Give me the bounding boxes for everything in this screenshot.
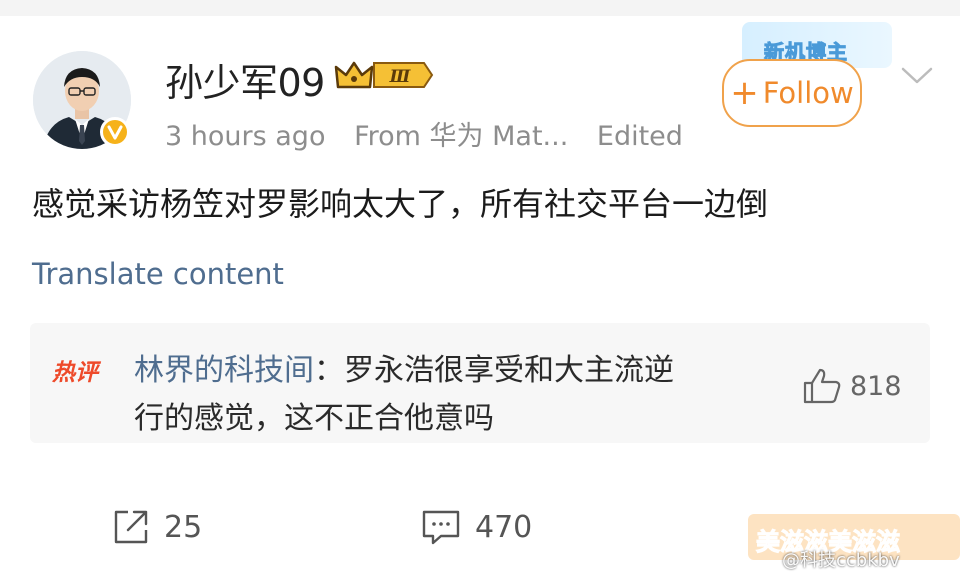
- hot-comment-card[interactable]: 热评 林界的科技间：罗永浩很享受和大主流逆 行的感觉，这不正合他意吗 818: [30, 323, 930, 443]
- vip-level-text: Ⅲ: [389, 67, 412, 87]
- hot-comment-tag: 热评: [52, 360, 98, 386]
- plus-icon: +: [730, 73, 759, 113]
- post-time: 3 hours ago: [165, 121, 326, 152]
- watermark-text: @科技ccbkbv: [782, 550, 900, 571]
- repost-button[interactable]: 25: [112, 508, 202, 546]
- repost-icon: [114, 510, 148, 544]
- follow-label: Follow: [762, 76, 854, 110]
- comment-icon: [422, 510, 460, 545]
- thumbs-up-icon: [803, 368, 841, 404]
- hot-comment-like-count: 818: [850, 370, 902, 402]
- edited-label[interactable]: Edited: [597, 121, 683, 152]
- post-source: From 华为 Mat...: [354, 121, 569, 152]
- post-text: 感觉采访杨笠对罗影响太大了，所有社交平台一边倒: [32, 185, 769, 223]
- username[interactable]: 孙少军09: [165, 52, 325, 107]
- repost-count: 25: [164, 509, 203, 545]
- hot-comment-text-2: 行的感觉，这不正合他意吗: [134, 401, 494, 436]
- comment-button[interactable]: 470: [421, 508, 532, 546]
- hot-comment-line1: 林界的科技间：罗永浩很享受和大主流逆: [134, 345, 674, 389]
- hot-comment-author[interactable]: 林界的科技间: [134, 353, 314, 388]
- vip-crown-badge-icon[interactable]: Ⅲ: [334, 57, 434, 97]
- follow-button[interactable]: + Follow: [722, 59, 862, 127]
- chevron-down-icon[interactable]: [900, 66, 934, 90]
- post-meta: 3 hours ago From 华为 Mat... Edited: [165, 114, 683, 153]
- top-divider: [0, 0, 960, 16]
- verified-badge-icon: [100, 117, 130, 147]
- hot-comment-like-button[interactable]: 818: [802, 367, 902, 405]
- hot-comment-text-1: 罗永浩很享受和大主流逆: [344, 353, 674, 388]
- translate-link[interactable]: Translate content: [32, 257, 284, 291]
- hot-comment-separator: ：: [314, 353, 344, 388]
- comment-count: 470: [475, 509, 533, 545]
